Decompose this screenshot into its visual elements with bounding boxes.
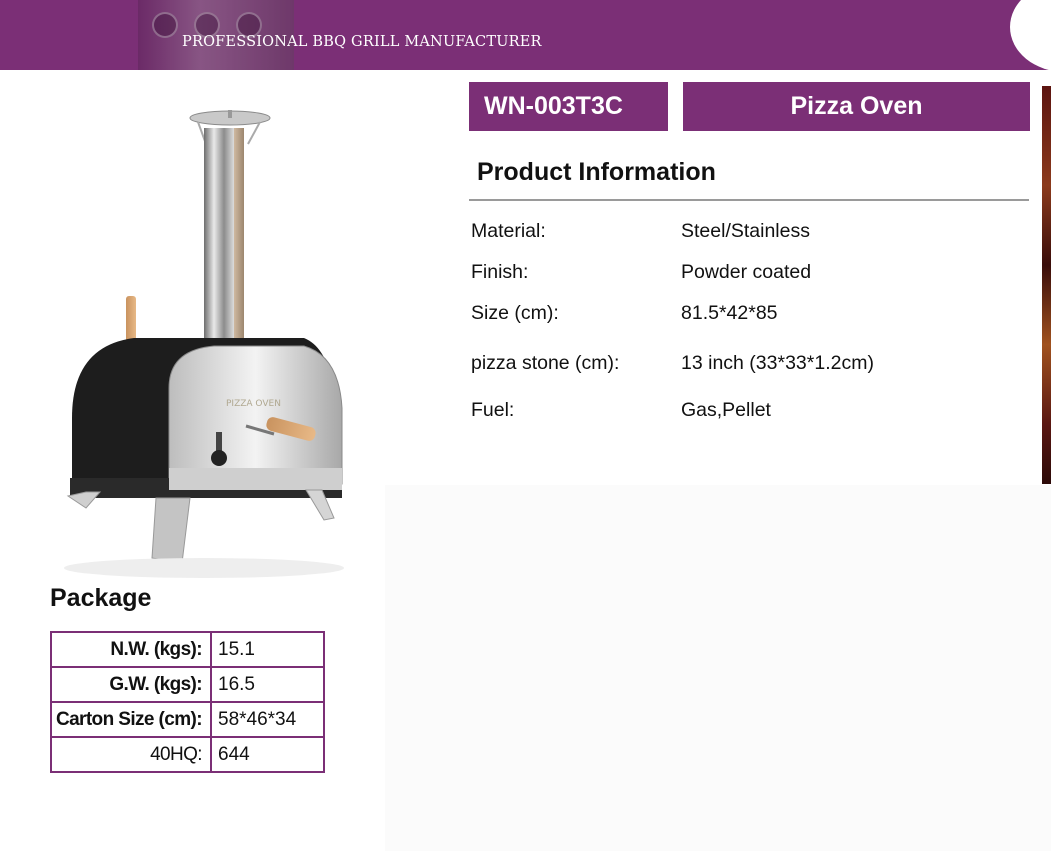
- knob-icon: [152, 12, 178, 38]
- package-value: 15.1: [210, 631, 325, 668]
- header-tagline: PROFESSIONAL BBQ GRILL MANUFACTURER: [182, 34, 542, 50]
- table-row: Carton Size (cm): 58*46*34: [50, 701, 325, 738]
- spec-value-fuel: Gas,Pellet: [681, 399, 771, 421]
- package-label: N.W. (kgs):: [50, 631, 212, 668]
- table-row: G.W. (kgs): 16.5: [50, 666, 325, 703]
- spec-label-pizza-stone: pizza stone (cm):: [471, 352, 620, 374]
- product-name: Pizza Oven: [683, 82, 1030, 131]
- package-value: 58*46*34: [210, 701, 325, 738]
- spec-value-size: 81.5*42*85: [681, 302, 778, 324]
- logo-cap: [1010, 0, 1051, 70]
- model-number: WN-003T3C: [469, 82, 668, 131]
- divider: [469, 199, 1029, 201]
- package-label: 40HQ:: [50, 736, 212, 773]
- package-table: N.W. (kgs): 15.1 G.W. (kgs): 16.5 Carton…: [50, 631, 325, 773]
- header-banner: PROFESSIONAL BBQ GRILL MANUFACTURER: [0, 0, 1051, 70]
- package-value: 644: [210, 736, 325, 773]
- product-info-title: Product Information: [477, 158, 716, 186]
- edge-photo-strip: [1042, 86, 1051, 484]
- blank-panel: [385, 485, 1051, 851]
- package-label: G.W. (kgs):: [50, 666, 212, 703]
- package-value: 16.5: [210, 666, 325, 703]
- spec-label-fuel: Fuel:: [471, 399, 515, 421]
- pizza-oven-image: PIZZA OVEN: [64, 110, 344, 578]
- spec-label-material: Material:: [471, 220, 546, 242]
- spec-value-material: Steel/Stainless: [681, 220, 810, 242]
- package-title: Package: [50, 584, 152, 612]
- table-row: 40HQ: 644: [50, 736, 325, 773]
- spec-value-pizza-stone: 13 inch (33*33*1.2cm): [681, 352, 874, 374]
- oven-brand-text: PIZZA OVEN: [226, 399, 281, 409]
- spec-label-size: Size (cm):: [471, 302, 559, 324]
- package-label: Carton Size (cm):: [50, 701, 212, 738]
- table-row: N.W. (kgs): 15.1: [50, 631, 325, 668]
- spec-value-finish: Powder coated: [681, 261, 812, 283]
- spec-label-finish: Finish:: [471, 261, 529, 283]
